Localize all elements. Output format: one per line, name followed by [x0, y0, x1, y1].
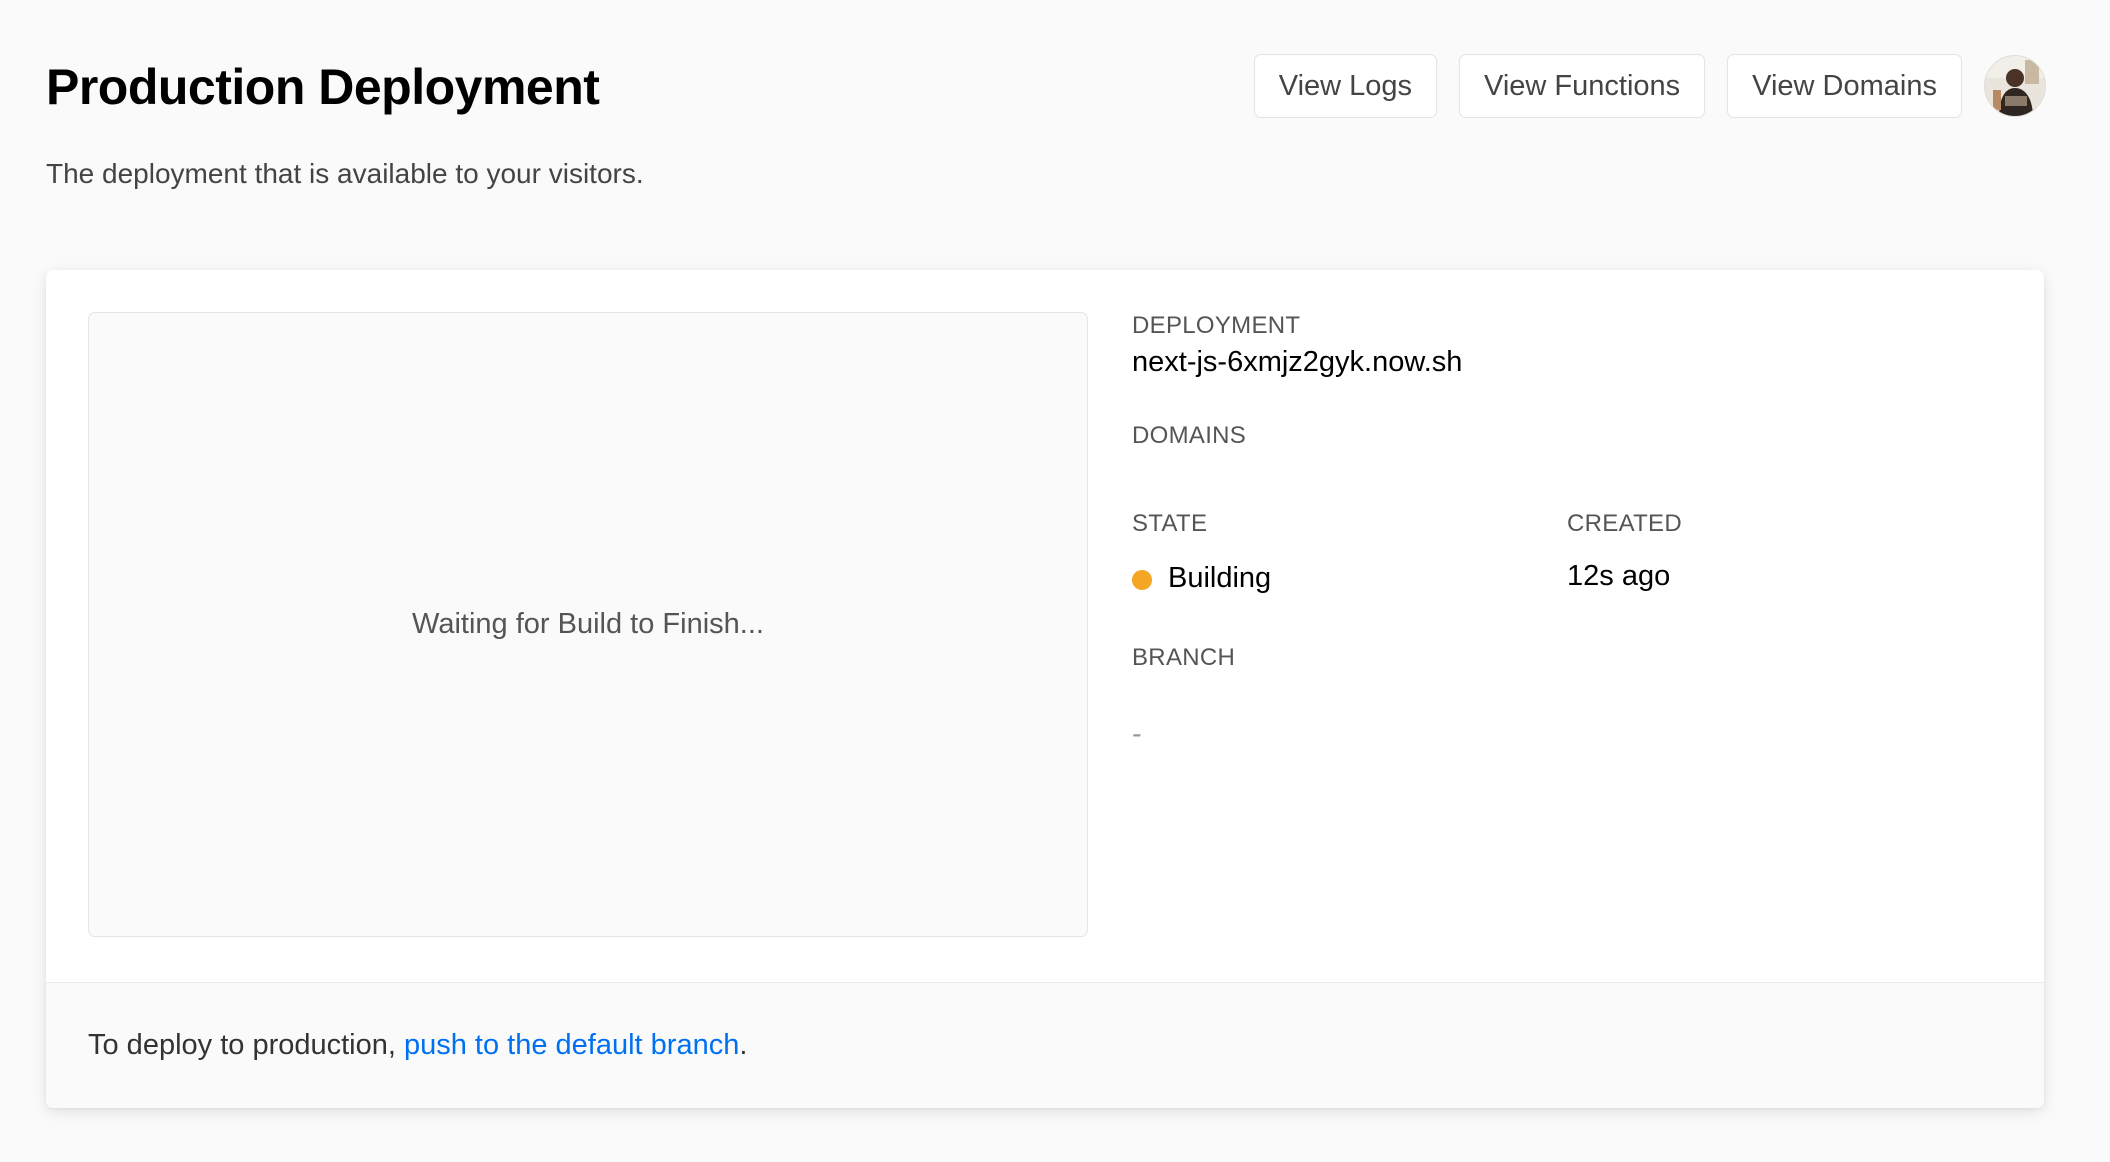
preview-status-text: Waiting for Build to Finish...	[412, 608, 764, 640]
page-subtitle: The deployment that is available to your…	[46, 158, 644, 189]
domains-label: DOMAINS	[1132, 422, 1247, 449]
deployment-label: DEPLOYMENT	[1132, 312, 1301, 339]
user-avatar-icon	[1985, 56, 2045, 116]
page: Production Deployment The deployment tha…	[0, 0, 2110, 1162]
created-label: CREATED	[1567, 510, 1682, 537]
footer-prefix-text: To deploy to production,	[88, 1029, 404, 1061]
avatar[interactable]	[1984, 55, 2046, 117]
footer-suffix-text: .	[739, 1029, 748, 1061]
header-actions: View Logs View Functions View Domains	[1253, 54, 2046, 118]
card-footer: To deploy to production, push to the def…	[46, 982, 2044, 1108]
deployment-preview[interactable]: Waiting for Build to Finish...	[88, 312, 1088, 937]
production-deployment-card: Waiting for Build to Finish... DEPLOYMEN…	[46, 270, 2044, 1108]
page-title: Production Deployment	[46, 59, 600, 115]
state-value: Building	[1168, 562, 1272, 594]
state-label: STATE	[1132, 510, 1208, 537]
branch-value: -	[1132, 718, 1142, 750]
view-domains-button[interactable]: View Domains	[1727, 54, 1962, 118]
deployment-url-link[interactable]: next-js-6xmjz2gyk.now.sh	[1132, 346, 1462, 379]
created-value: 12s ago	[1567, 560, 1671, 592]
view-functions-button[interactable]: View Functions	[1459, 54, 1706, 118]
state-indicator-icon	[1132, 570, 1152, 590]
branch-label: BRANCH	[1132, 644, 1236, 671]
default-branch-link[interactable]: push to the default branch	[404, 1029, 739, 1062]
view-logs-button[interactable]: View Logs	[1253, 54, 1438, 118]
